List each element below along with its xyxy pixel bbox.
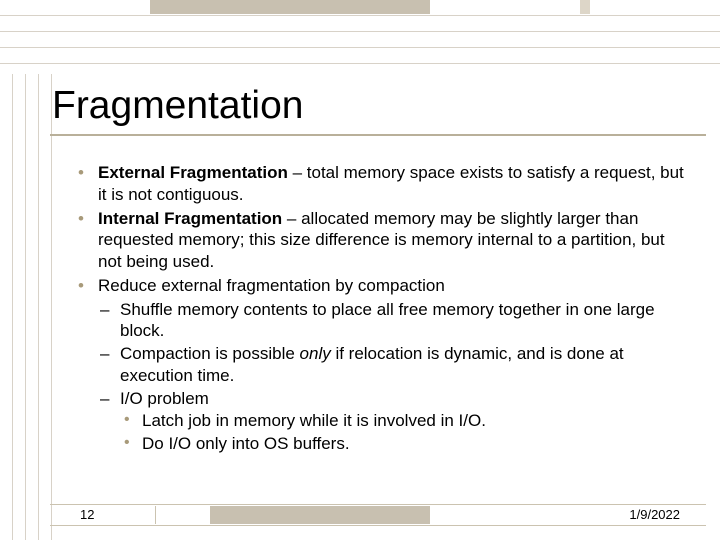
- bullet-text: I/O problem: [120, 389, 209, 408]
- top-bar-decoration-2: [580, 0, 590, 14]
- bullet-text: Compaction is possible: [120, 344, 300, 363]
- footer-rule-bottom: [50, 525, 706, 526]
- bullet-text: External Fragmentation: [98, 163, 288, 182]
- bullet-text: Internal Fragmentation: [98, 209, 282, 228]
- title-underline: [50, 134, 706, 136]
- bullet-level-2: Compaction is possible only if relocatio…: [76, 343, 690, 387]
- page-number: 12: [80, 507, 94, 522]
- slide-footer: 12 1/9/2022: [0, 504, 720, 526]
- bullet-text: Do I/O only into OS buffers.: [142, 434, 350, 453]
- bullet-level-2: I/O problem: [76, 388, 690, 410]
- bullet-text: Latch job in memory while it is involved…: [142, 411, 486, 430]
- bullet-text: only: [300, 344, 331, 363]
- slide-title: Fragmentation: [52, 84, 303, 128]
- slide-date: 1/9/2022: [629, 507, 680, 522]
- footer-rule-top: [50, 504, 706, 505]
- bullet-text: Reduce external fragmentation by compact…: [98, 276, 445, 295]
- bullet-level-1: Reduce external fragmentation by compact…: [76, 275, 690, 297]
- bullet-level-2: Shuffle memory contents to place all fre…: [76, 299, 690, 343]
- footer-block-decoration: [210, 506, 430, 524]
- footer-divider: [155, 506, 156, 524]
- bullet-text: Shuffle memory contents to place all fre…: [120, 300, 655, 341]
- slide-content: External Fragmentation – total memory sp…: [76, 162, 690, 456]
- bullet-level-1: Internal Fragmentation – allocated memor…: [76, 208, 690, 273]
- left-grid-decoration: [0, 74, 52, 540]
- bullet-level-3: Latch job in memory while it is involved…: [76, 410, 690, 432]
- top-bar-decoration: [150, 0, 430, 14]
- bullet-level-3: Do I/O only into OS buffers.: [76, 433, 690, 455]
- bullet-level-1: External Fragmentation – total memory sp…: [76, 162, 690, 206]
